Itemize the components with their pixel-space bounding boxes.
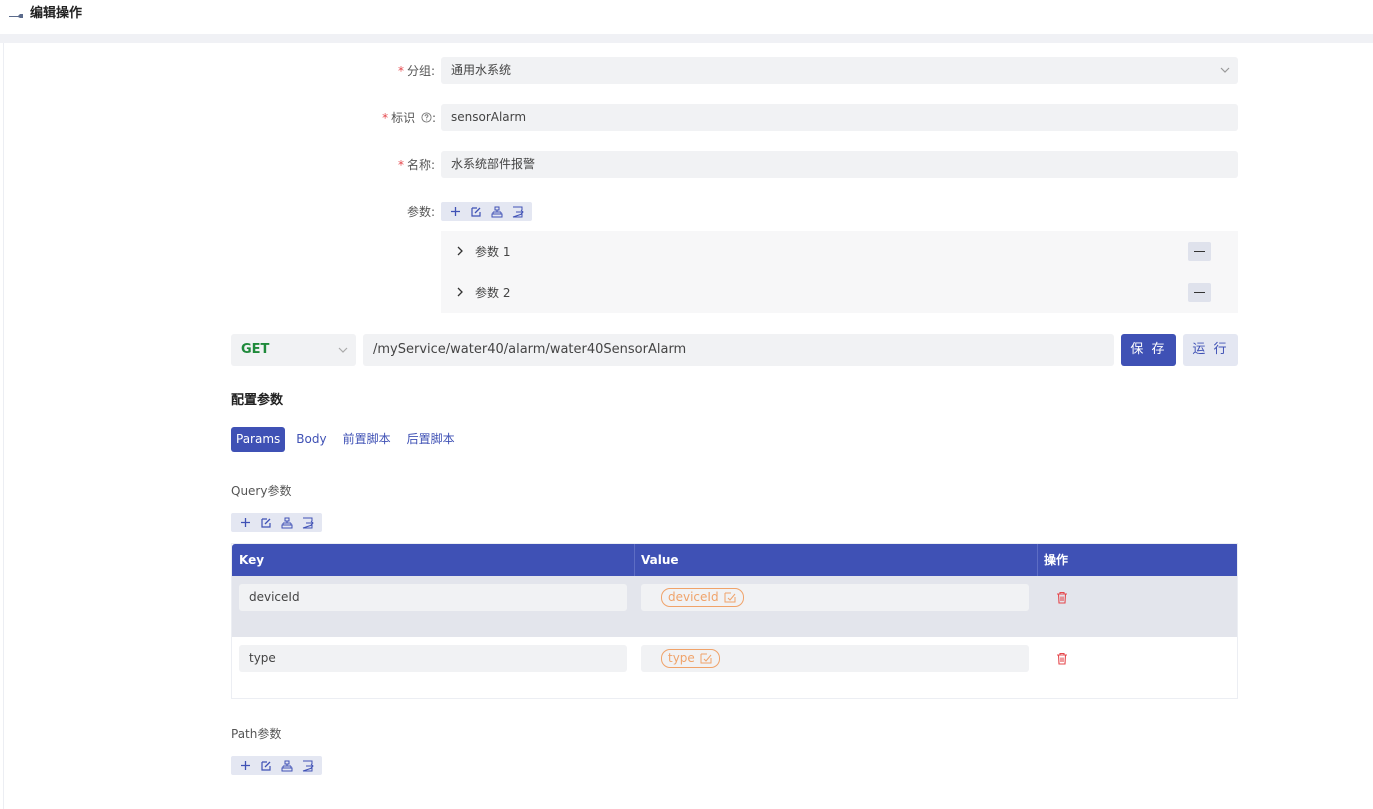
table-row: deviceId deviceId bbox=[232, 576, 1237, 637]
method-select[interactable]: GET bbox=[231, 334, 356, 366]
query-toolbar bbox=[231, 513, 322, 532]
param-label: 参数 1 bbox=[475, 245, 511, 259]
trash-icon[interactable] bbox=[1056, 652, 1068, 665]
config-title: 配置参数 bbox=[231, 393, 284, 408]
param-label: 参数 2 bbox=[475, 286, 511, 300]
column-divider bbox=[634, 544, 635, 576]
run-button[interactable]: 运 行 bbox=[1183, 334, 1238, 366]
structure-icon[interactable] bbox=[280, 516, 294, 530]
column-divider bbox=[1037, 544, 1038, 576]
plus-icon[interactable] bbox=[238, 759, 252, 773]
plus-icon[interactable] bbox=[238, 516, 252, 530]
tab-pre-script[interactable]: 前置脚本 bbox=[338, 427, 396, 452]
column-key: Key bbox=[239, 553, 265, 567]
config-tabs: Params Body 前置脚本 后置脚本 bbox=[231, 427, 466, 452]
required-mark: * bbox=[397, 158, 404, 172]
edit-icon[interactable] bbox=[259, 759, 273, 773]
column-value: Value bbox=[641, 553, 679, 567]
group-label: * 分组: bbox=[397, 64, 435, 78]
param-item[interactable]: 参数 2 bbox=[441, 272, 1238, 313]
chevron-right-icon bbox=[457, 287, 463, 297]
tab-post-script[interactable]: 后置脚本 bbox=[402, 427, 460, 452]
top-bar: 编辑操作 bbox=[0, 0, 1373, 34]
table-row: type type bbox=[232, 637, 1237, 698]
query-params-table: Key Value 操作 deviceId deviceId type type bbox=[231, 543, 1238, 699]
chevron-right-icon bbox=[457, 246, 463, 256]
tab-params[interactable]: Params bbox=[231, 427, 286, 452]
key-input[interactable]: type bbox=[239, 645, 627, 672]
edit-variable-icon[interactable] bbox=[700, 653, 713, 664]
id-label: * 标识 : bbox=[382, 111, 436, 125]
edit-icon[interactable] bbox=[259, 516, 273, 530]
save-button[interactable]: 保 存 bbox=[1121, 334, 1176, 366]
param-item[interactable]: 参数 1 bbox=[441, 231, 1238, 272]
column-actions: 操作 bbox=[1044, 553, 1069, 567]
name-input[interactable]: 水系统部件报警 bbox=[441, 151, 1238, 178]
structure-icon[interactable] bbox=[280, 759, 294, 773]
key-input[interactable]: deviceId bbox=[239, 584, 627, 611]
name-label: * 名称: bbox=[397, 158, 435, 172]
path-toolbar bbox=[231, 756, 322, 775]
remove-param-button[interactable] bbox=[1188, 283, 1211, 302]
wrench-icon bbox=[9, 14, 23, 18]
export-icon[interactable] bbox=[511, 205, 525, 219]
variable-tag[interactable]: deviceId bbox=[661, 588, 744, 607]
group-select[interactable]: 通用水系统 bbox=[441, 57, 1238, 84]
params-list: 参数 1 参数 2 bbox=[441, 231, 1238, 313]
variable-tag[interactable]: type bbox=[661, 649, 720, 668]
table-header: Key Value 操作 bbox=[232, 544, 1237, 576]
chevron-down-icon bbox=[338, 347, 348, 353]
help-circle-icon[interactable] bbox=[421, 112, 432, 123]
id-input[interactable]: sensorAlarm bbox=[441, 104, 1238, 131]
structure-icon[interactable] bbox=[490, 205, 504, 219]
page-title: 编辑操作 bbox=[30, 6, 83, 21]
remove-param-button[interactable] bbox=[1188, 242, 1211, 261]
edit-icon[interactable] bbox=[469, 205, 483, 219]
params-toolbar bbox=[441, 202, 532, 221]
path-params-label: Path参数 bbox=[231, 727, 282, 741]
header-divider bbox=[0, 34, 1373, 43]
value-input[interactable]: type bbox=[641, 645, 1029, 672]
url-input[interactable]: /myService/water40/alarm/water40SensorAl… bbox=[363, 334, 1114, 366]
query-params-label: Query参数 bbox=[231, 484, 292, 498]
value-input[interactable]: deviceId bbox=[641, 584, 1029, 611]
required-mark: * bbox=[382, 111, 389, 125]
trash-icon[interactable] bbox=[1056, 591, 1068, 604]
tab-body[interactable]: Body bbox=[291, 427, 331, 452]
plus-icon[interactable] bbox=[448, 205, 462, 219]
required-mark: * bbox=[397, 64, 404, 78]
export-icon[interactable] bbox=[301, 516, 315, 530]
export-icon[interactable] bbox=[301, 759, 315, 773]
edit-variable-icon[interactable] bbox=[724, 592, 737, 603]
params-label: 参数: bbox=[406, 205, 435, 219]
chevron-down-icon bbox=[1220, 67, 1230, 73]
